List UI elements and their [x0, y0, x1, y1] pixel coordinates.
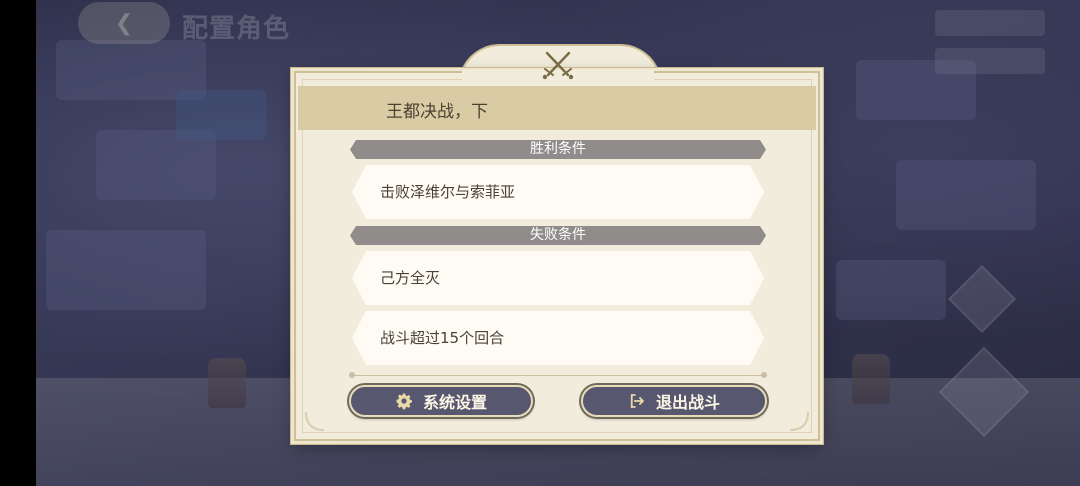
defeat-condition-item: 战斗超过15个回合	[352, 311, 764, 365]
system-settings-button[interactable]: 系统设置	[349, 385, 533, 417]
victory-conditions-header: 胜利条件	[350, 140, 766, 159]
gear-icon	[396, 393, 412, 410]
victory-condition-item: 击败泽维尔与索菲亚	[352, 165, 764, 219]
stage-title: 王都决战，下	[386, 102, 488, 122]
corner-ornament-icon	[305, 411, 325, 431]
divider	[352, 375, 764, 376]
exit-battle-button[interactable]: 退出战斗	[581, 385, 767, 417]
exit-battle-label: 退出战斗	[655, 393, 720, 412]
divider-dot	[761, 372, 767, 378]
corner-ornament-icon	[789, 411, 809, 431]
exit-icon	[630, 394, 644, 408]
defeat-conditions-header: 失败条件	[350, 226, 766, 245]
stage-title-band	[298, 86, 816, 130]
left-black-bar	[0, 0, 36, 486]
crossed-swords-icon	[542, 51, 574, 80]
defeat-condition-item: 己方全灭	[352, 251, 764, 305]
system-settings-label: 系统设置	[422, 393, 487, 412]
divider-dot	[349, 372, 355, 378]
